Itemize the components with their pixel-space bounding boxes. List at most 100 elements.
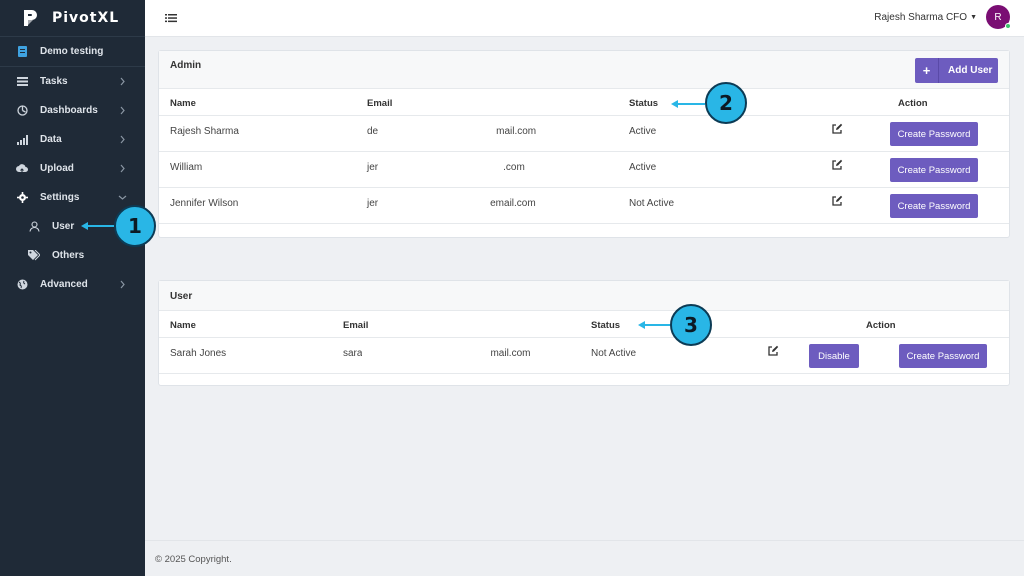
- sidebar-item-label: Settings: [40, 192, 80, 203]
- callout-arrow-head: [81, 222, 88, 230]
- user-menu-label: Rajesh Sharma CFO: [874, 12, 968, 23]
- topbar: Rajesh Sharma CFO ▼ R: [145, 0, 1024, 37]
- bar-chart-icon: [16, 134, 28, 146]
- user-status: Active: [629, 126, 657, 137]
- user-card: User Name Email Status Action Sarah Jone…: [158, 280, 1010, 386]
- callout-arrow-head: [638, 321, 645, 329]
- table-row: Sarah Jones sara mail.com Not Active Disa…: [159, 338, 1009, 374]
- sidebar-item-label: Dashboards: [40, 105, 98, 116]
- avatar[interactable]: R: [986, 5, 1011, 29]
- sidebar: PivotXL Demo testing Tasks Dashboards Da…: [0, 0, 145, 576]
- table-row: William jer .com Active Create Password: [159, 152, 1009, 188]
- user-status: Active: [629, 162, 657, 173]
- user-name: Rajesh Sharma: [170, 126, 239, 137]
- chevron-right-icon: [120, 280, 125, 289]
- gear-icon: [16, 192, 28, 204]
- disable-button[interactable]: Disable: [809, 344, 859, 368]
- add-user-button[interactable]: + Add User: [915, 58, 998, 83]
- edit-icon[interactable]: [831, 159, 843, 171]
- column-header-name: Name: [170, 98, 196, 109]
- callout-badge-2: 2: [705, 82, 747, 124]
- dashboard-icon: [16, 105, 28, 117]
- column-header-action: Action: [898, 98, 928, 109]
- user-name: William: [170, 162, 203, 173]
- sidebar-item-upload[interactable]: Upload: [0, 154, 145, 183]
- user-card-title: User: [170, 291, 193, 302]
- create-password-button[interactable]: Create Password: [890, 194, 978, 218]
- edit-icon[interactable]: [831, 123, 843, 135]
- user-email: de mail.com: [367, 126, 537, 137]
- column-header-action: Action: [866, 320, 896, 331]
- sidebar-item-others[interactable]: Others: [0, 241, 145, 270]
- sidebar-item-dashboards[interactable]: Dashboards: [0, 96, 145, 125]
- user-email: jer email.com: [367, 198, 536, 209]
- table-row: Rajesh Sharma de mail.com Active Create P…: [159, 116, 1009, 152]
- add-user-label: Add User: [948, 65, 993, 76]
- plus-icon: +: [915, 58, 939, 83]
- callout-arrow-line: [645, 324, 670, 326]
- brand[interactable]: PivotXL: [0, 0, 145, 37]
- tasks-icon: [16, 76, 28, 88]
- sidebar-item-demo-testing[interactable]: Demo testing: [0, 37, 145, 67]
- pivotxl-logo-icon: [24, 10, 37, 26]
- column-header-name: Name: [170, 320, 196, 331]
- sidebar-item-advanced[interactable]: Advanced: [0, 270, 145, 299]
- sidebar-item-data[interactable]: Data: [0, 125, 145, 154]
- sidebar-item-label: Advanced: [40, 279, 88, 290]
- user-name: Jennifer Wilson: [170, 198, 239, 209]
- edit-icon[interactable]: [767, 345, 779, 357]
- chevron-right-icon: [120, 77, 125, 86]
- chevron-right-icon: [120, 164, 125, 173]
- column-header-email: Email: [343, 320, 369, 331]
- column-header-status: Status: [591, 320, 621, 331]
- callout-badge-1: 1: [114, 205, 156, 247]
- sidebar-item-label: Upload: [40, 163, 74, 174]
- user-menu[interactable]: Rajesh Sharma CFO ▼: [874, 12, 977, 23]
- user-status: Not Active: [629, 198, 675, 209]
- user-card-header: User: [159, 281, 1009, 311]
- user-name: Sarah Jones: [170, 348, 227, 359]
- tags-icon: [28, 250, 40, 262]
- caret-down-icon: ▼: [970, 14, 977, 21]
- sidebar-item-label: Tasks: [40, 76, 68, 87]
- sidebar-item-label: Others: [52, 250, 85, 261]
- sidebar-item-label: Demo testing: [40, 46, 104, 57]
- document-icon: [16, 46, 28, 58]
- footer: © 2025 Copyright.: [145, 540, 1024, 576]
- online-status-dot: [1005, 23, 1011, 29]
- callout-arrow-line: [678, 103, 705, 105]
- user-table-header: Name Email Status Action: [159, 311, 1009, 338]
- user-email: sara mail.com: [343, 348, 531, 359]
- copyright-text: © 2025 Copyright.: [155, 554, 232, 565]
- admin-card: Admin + Add User Name Email Status Actio…: [158, 50, 1010, 238]
- chevron-right-icon: [120, 106, 125, 115]
- user-status: Not Active: [591, 348, 637, 359]
- create-password-button[interactable]: Create Password: [890, 122, 978, 146]
- user-email: jer .com: [367, 162, 525, 173]
- cloud-upload-icon: [16, 163, 28, 175]
- sidebar-item-label: Data: [40, 134, 62, 145]
- column-header-email: Email: [367, 98, 393, 109]
- edit-icon[interactable]: [831, 195, 843, 207]
- redaction-mask: [378, 162, 504, 173]
- callout-arrow-head: [671, 100, 678, 108]
- create-password-button[interactable]: Create Password: [899, 344, 987, 368]
- redaction-mask: [378, 126, 497, 137]
- callout-arrow-line: [88, 225, 114, 227]
- chevron-right-icon: [120, 135, 125, 144]
- chevron-down-icon: [118, 195, 127, 200]
- admin-table-header: Name Email Status Action: [159, 89, 1009, 116]
- redaction-mask: [378, 198, 491, 209]
- menu-toggle-icon[interactable]: [165, 12, 177, 24]
- column-header-status: Status: [629, 98, 659, 109]
- callout-badge-3: 3: [670, 304, 712, 346]
- redaction-mask: [362, 348, 491, 359]
- sidebar-item-tasks[interactable]: Tasks: [0, 67, 145, 96]
- sidebar-item-label: User: [52, 221, 75, 232]
- admin-card-title: Admin: [170, 60, 202, 71]
- create-password-button[interactable]: Create Password: [890, 158, 978, 182]
- avatar-initial: R: [994, 11, 1002, 23]
- admin-card-header: Admin + Add User: [159, 51, 1009, 89]
- brand-name: PivotXL: [52, 10, 120, 26]
- table-row: Jennifer Wilson jer email.com Not Active …: [159, 188, 1009, 224]
